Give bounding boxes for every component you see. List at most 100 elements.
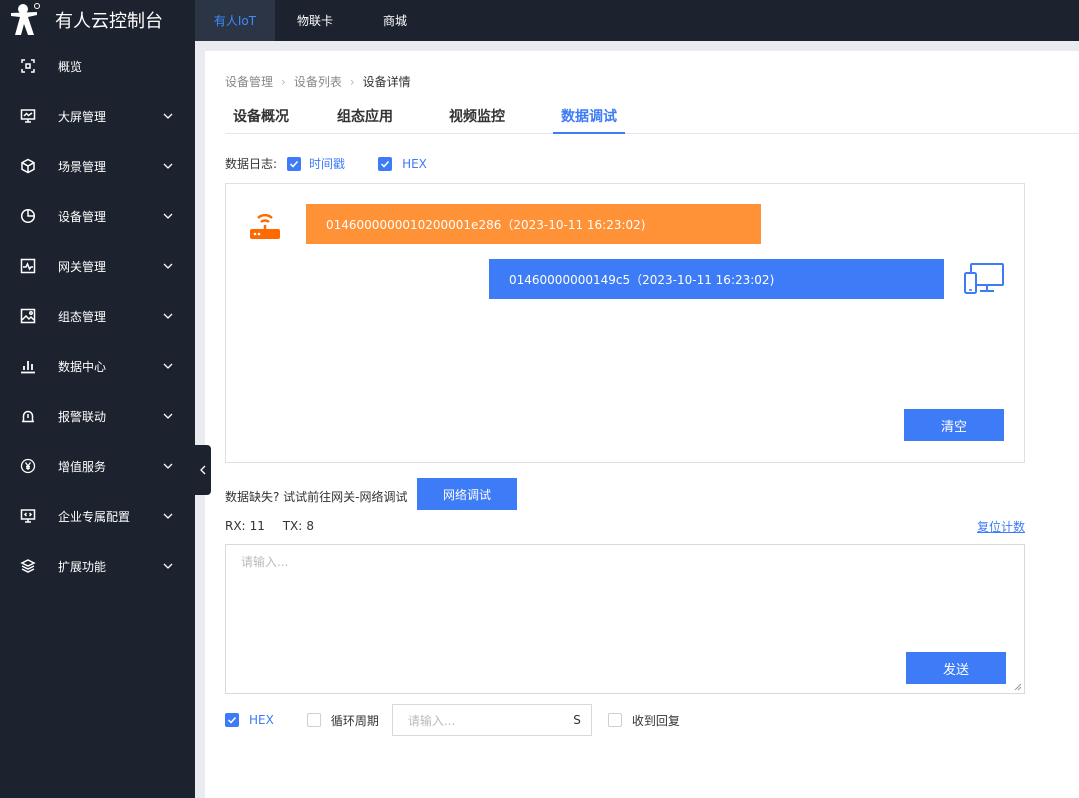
sidebar-item-label: 报警联动 <box>58 409 107 424</box>
sidebar-item-label: 场景管理 <box>58 159 107 174</box>
image-icon <box>19 307 37 325</box>
sidebar-item-label: 组态管理 <box>58 309 107 324</box>
chevron-down-icon <box>163 163 173 169</box>
chevron-down-icon <box>163 113 173 119</box>
sidebar-item-label: 网关管理 <box>58 259 107 274</box>
hex-send-label[interactable]: HEX <box>249 713 274 727</box>
sidebar-item-scene[interactable]: 场景管理 <box>0 141 195 191</box>
tab-data-debug[interactable]: 数据调试 <box>553 101 625 134</box>
brand-title: 有人云控制台 <box>55 11 163 32</box>
chevron-left-icon <box>200 465 206 475</box>
check-icon <box>227 716 237 724</box>
sidebar-item-overview[interactable]: 概览 <box>0 41 195 91</box>
network-debug-button[interactable]: 网络调试 <box>417 478 517 510</box>
data-log-label: 数据日志: <box>225 157 278 171</box>
hex-log-label[interactable]: HEX <box>402 157 427 171</box>
reply-label[interactable]: 收到回复 <box>632 712 680 729</box>
timestamp-checkbox[interactable] <box>287 156 302 171</box>
breadcrumb-device-list[interactable]: 设备列表 <box>294 73 342 90</box>
sidebar-item-label: 增值服务 <box>58 459 107 474</box>
received-message: 0146000000010200001e286（2023-10-11 16:23… <box>306 204 761 244</box>
period-placeholder: 请输入... <box>407 713 456 728</box>
breadcrumb-separator-icon: › <box>349 74 355 89</box>
chevron-down-icon <box>163 263 173 269</box>
tab-device-overview[interactable]: 设备概况 <box>225 101 329 134</box>
send-input-area <box>225 544 1025 694</box>
rx-value: 11 <box>249 519 265 533</box>
tab-config-app[interactable]: 组态应用 <box>329 101 441 134</box>
chevron-down-icon <box>163 363 173 369</box>
sidebar-item-label: 概览 <box>58 59 83 74</box>
chevron-down-icon <box>163 213 173 219</box>
sidebar-item-extensions[interactable]: 扩展功能 <box>0 541 195 591</box>
sidebar-item-value-added[interactable]: 增值服务 <box>0 441 195 491</box>
reset-count-link[interactable]: 复位计数 <box>977 518 1025 535</box>
hex-send-checkbox[interactable] <box>225 713 239 727</box>
chevron-down-icon <box>163 463 173 469</box>
data-missing-hint: 数据缺失? 试试前往网关-网络调试 <box>225 490 408 504</box>
top-bar: 有人IoT 物联卡 商城 <box>195 0 1079 41</box>
brand[interactable]: 有人云控制台 <box>0 0 195 40</box>
topnav-store[interactable]: 商城 <box>355 0 435 41</box>
data-log-options: 数据日志: 时间戳 HEX <box>225 155 427 172</box>
sidebar-item-label: 设备管理 <box>58 209 107 224</box>
rx-label: RX: <box>225 519 246 533</box>
code-monitor-icon <box>19 507 37 525</box>
logo-icon <box>11 3 40 35</box>
sidebar-item-label: 大屏管理 <box>58 109 107 124</box>
sidebar-item-label: 数据中心 <box>58 359 107 374</box>
sidebar-item-gateway[interactable]: 网关管理 <box>0 241 195 291</box>
clear-button[interactable]: 清空 <box>904 409 1004 441</box>
tab-video-monitor[interactable]: 视频监控 <box>441 101 553 134</box>
sidebar: 有人云控制台 概览 大屏管理 场景管理 设备管理 网关管理 组态管理 数据中心 … <box>0 0 195 798</box>
alarm-icon <box>19 407 37 425</box>
main-content: 设备管理 › 设备列表 › 设备详情 设备概况 组态应用 视频监控 数据调试 数… <box>205 51 1079 798</box>
chevron-down-icon <box>163 413 173 419</box>
sidebar-item-config[interactable]: 组态管理 <box>0 291 195 341</box>
rx-tx-counters: RX: 11 TX: 8 <box>225 519 318 533</box>
breadcrumb-device-detail: 设备详情 <box>362 75 411 89</box>
pie-chart-icon <box>19 207 37 225</box>
breadcrumb-device-management[interactable]: 设备管理 <box>225 73 273 90</box>
check-icon <box>381 160 390 168</box>
devices-icon <box>964 263 1004 294</box>
sidebar-item-device[interactable]: 设备管理 <box>0 191 195 241</box>
reply-checkbox[interactable] <box>607 713 622 727</box>
breadcrumb: 设备管理 › 设备列表 › 设备详情 <box>225 73 411 90</box>
cube-icon <box>19 157 37 175</box>
monitor-icon <box>19 107 37 125</box>
router-icon <box>250 213 280 239</box>
period-unit: S <box>573 713 581 727</box>
send-input[interactable] <box>226 545 1024 693</box>
yen-icon <box>19 457 37 475</box>
timestamp-label[interactable]: 时间戳 <box>309 155 345 172</box>
chevron-down-icon <box>163 313 173 319</box>
tx-value: 8 <box>306 519 314 533</box>
top-nav: 有人IoT 物联卡 商城 <box>195 0 1079 41</box>
collapse-sidebar-button[interactable] <box>195 445 211 495</box>
cycle-label[interactable]: 循环周期 <box>331 712 379 729</box>
send-button[interactable]: 发送 <box>906 652 1006 684</box>
sent-message: 01460000000149c5（2023-10-11 16:23:02) <box>489 259 944 299</box>
sidebar-item-enterprise[interactable]: 企业专属配置 <box>0 491 195 541</box>
chevron-down-icon <box>163 513 173 519</box>
chevron-down-icon <box>163 563 173 569</box>
cycle-checkbox[interactable] <box>306 713 321 727</box>
topnav-iot-card[interactable]: 物联卡 <box>275 0 355 41</box>
cycle-period-input[interactable]: 请输入... S <box>391 704 592 736</box>
resize-handle-icon[interactable] <box>1014 683 1022 691</box>
sidebar-item-data[interactable]: 数据中心 <box>0 341 195 391</box>
bar-chart-icon <box>19 357 37 375</box>
data-log-panel: 0146000000010200001e286（2023-10-11 16:23… <box>225 183 1025 463</box>
sidebar-item-alarm[interactable]: 报警联动 <box>0 391 195 441</box>
sidebar-menu: 概览 大屏管理 场景管理 设备管理 网关管理 组态管理 数据中心 报警联动 增值… <box>0 41 195 591</box>
send-options: HEX 循环周期 请输入... S 收到回复 <box>225 704 1025 736</box>
topnav-iot[interactable]: 有人IoT <box>195 0 275 41</box>
sidebar-item-label: 企业专属配置 <box>58 509 131 524</box>
sidebar-item-label: 扩展功能 <box>58 559 107 574</box>
tx-label: TX: <box>282 519 303 533</box>
sidebar-item-screen[interactable]: 大屏管理 <box>0 91 195 141</box>
check-icon <box>290 160 299 168</box>
breadcrumb-separator-icon: › <box>281 74 286 89</box>
hex-log-checkbox[interactable] <box>378 156 393 171</box>
